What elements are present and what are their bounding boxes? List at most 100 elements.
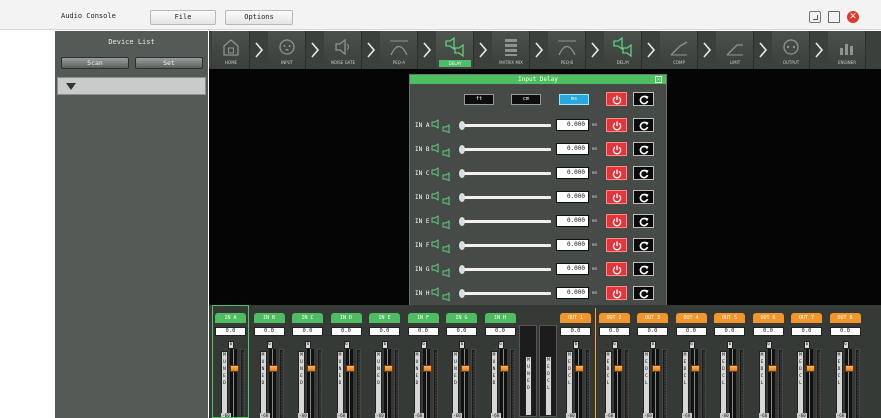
nav-item-5[interactable]: DELAY xyxy=(436,31,474,69)
mute-button-column[interactable]: MUNED xyxy=(490,351,498,418)
mute-button-column[interactable]: MUNED xyxy=(413,351,421,418)
gain-value-input[interactable]: 0.0 xyxy=(560,327,591,336)
mute-button-column[interactable]: MUNED xyxy=(452,351,459,418)
delay-speaker-icon[interactable] xyxy=(431,119,457,133)
gain-value-input[interactable]: 0.0 xyxy=(752,327,784,336)
strip-top-button[interactable]: 6 xyxy=(765,341,772,349)
nav-item-3[interactable]: NOISE GATE xyxy=(324,31,362,69)
link-button-column[interactable]: MUNED xyxy=(525,356,532,416)
delay-value-input[interactable]: 0.000 xyxy=(556,263,589,275)
mute-button-column[interactable]: MEDCL xyxy=(758,351,766,418)
nav-item-2[interactable]: INPUT xyxy=(268,31,306,69)
strip-top-button[interactable]: 6 xyxy=(497,341,504,349)
delay-value-input[interactable]: 0.000 xyxy=(556,287,589,299)
gain-value-input[interactable]: 0.0 xyxy=(484,327,516,336)
strip-top-button[interactable]: 6 xyxy=(343,341,350,349)
delay-slider-handle[interactable] xyxy=(459,193,465,202)
mute-button-column[interactable]: MEDCL xyxy=(681,351,689,418)
channel-power-button[interactable] xyxy=(606,214,627,228)
gain-value-input[interactable]: 0.0 xyxy=(446,327,477,336)
channel-tab[interactable]: IN F xyxy=(407,313,439,323)
channel-tab[interactable]: OUT 2 xyxy=(598,313,630,323)
fader-handle[interactable] xyxy=(806,365,815,372)
channel-power-button[interactable] xyxy=(606,166,627,180)
unit-cm-button[interactable]: cm xyxy=(511,94,541,105)
strip-top-button[interactable]: 6 xyxy=(804,341,810,349)
channel-reset-button[interactable] xyxy=(633,142,654,156)
channel-power-button[interactable] xyxy=(606,238,627,252)
delay-slider-handle[interactable] xyxy=(459,217,465,226)
dialog-close-button[interactable]: × xyxy=(655,76,662,83)
mute-button-column[interactable]: MEDCL xyxy=(720,351,727,418)
strip-top-button[interactable]: 6 xyxy=(305,341,311,349)
gain-value-input[interactable]: 0.0 xyxy=(637,327,668,336)
gain-value-input[interactable]: 0.0 xyxy=(791,327,822,336)
channel-reset-button[interactable] xyxy=(633,238,654,252)
nav-item-8[interactable]: DELAY xyxy=(604,31,642,69)
delay-value-input[interactable]: 0.000 xyxy=(556,239,589,251)
fader-handle[interactable] xyxy=(613,365,623,372)
mute-button-column[interactable]: MEDCL xyxy=(835,351,843,418)
mute-button-column[interactable]: MUNED xyxy=(259,351,267,418)
mute-button-column[interactable]: MEDCL xyxy=(604,351,612,418)
fader-handle[interactable] xyxy=(575,365,584,372)
nav-item-10[interactable]: LIMIT xyxy=(716,31,754,69)
delay-speaker-icon[interactable] xyxy=(431,215,457,229)
gain-value-input[interactable]: 0.0 xyxy=(598,327,630,336)
maximize-icon[interactable] xyxy=(828,11,840,23)
nav-item-6[interactable]: MATRIX MIX xyxy=(492,31,530,69)
power-all-button[interactable] xyxy=(606,92,627,106)
delay-slider-track[interactable] xyxy=(463,148,551,151)
nav-item-4[interactable]: PEQ-A xyxy=(380,31,418,69)
delay-speaker-icon[interactable] xyxy=(431,239,457,253)
nav-item-1[interactable]: HOME xyxy=(212,31,250,69)
strip-top-button[interactable]: 6 xyxy=(688,341,695,349)
fader-handle[interactable] xyxy=(729,365,738,372)
delay-slider-track[interactable] xyxy=(463,124,551,127)
channel-tab[interactable]: OUT 7 xyxy=(791,313,822,323)
delay-value-input[interactable]: 0.000 xyxy=(556,215,589,227)
nav-item-11[interactable]: OUTPUT xyxy=(772,31,810,69)
delay-slider-handle[interactable] xyxy=(459,121,465,130)
channel-tab[interactable]: OUT 5 xyxy=(714,313,745,323)
fader-handle[interactable] xyxy=(690,365,700,372)
channel-tab[interactable]: OUT 4 xyxy=(675,313,707,323)
mute-button-column[interactable]: MEDCL xyxy=(797,351,804,418)
link-column[interactable]: MEDCL xyxy=(539,325,557,417)
mute-button-column[interactable]: MUNED xyxy=(336,351,344,418)
delay-speaker-icon[interactable] xyxy=(431,143,457,157)
gain-value-input[interactable]: 0.0 xyxy=(714,327,745,336)
delay-slider-track[interactable] xyxy=(463,268,551,271)
fader-handle[interactable] xyxy=(499,365,509,372)
gain-value-input[interactable]: 0.0 xyxy=(292,327,323,336)
delay-speaker-icon[interactable] xyxy=(431,287,457,301)
delay-slider-handle[interactable] xyxy=(459,169,465,178)
fader-handle[interactable] xyxy=(461,365,470,372)
fader-handle[interactable] xyxy=(345,365,355,372)
delay-slider-handle[interactable] xyxy=(459,241,465,250)
channel-power-button[interactable] xyxy=(606,190,627,204)
channel-reset-button[interactable] xyxy=(633,190,654,204)
channel-tab[interactable]: IN D xyxy=(330,313,362,323)
fader-handle[interactable] xyxy=(767,365,777,372)
channel-reset-button[interactable] xyxy=(633,262,654,276)
set-button[interactable]: Set xyxy=(135,57,203,69)
unit-ms-button[interactable]: ms xyxy=(559,94,589,105)
options-menu-button[interactable]: Options xyxy=(225,10,293,25)
link-column[interactable]: MUNED xyxy=(519,325,537,417)
mute-button-column[interactable]: MUNED xyxy=(298,351,305,418)
delay-slider-track[interactable] xyxy=(463,172,551,175)
delay-value-input[interactable]: 0.000 xyxy=(556,191,589,203)
mute-button-column[interactable]: MEDCL xyxy=(643,351,650,418)
strip-top-button[interactable]: 6 xyxy=(266,341,273,349)
channel-power-button[interactable] xyxy=(606,262,627,276)
link-button-column[interactable]: MEDCL xyxy=(545,356,552,416)
channel-tab[interactable]: IN G xyxy=(446,313,477,323)
fader-handle[interactable] xyxy=(422,365,432,372)
minimize-icon[interactable] xyxy=(809,11,821,23)
strip-top-button[interactable]: 6 xyxy=(382,341,388,349)
delay-slider-track[interactable] xyxy=(463,220,551,223)
strip-top-button[interactable]: 6 xyxy=(650,341,656,349)
strip-top-button[interactable]: 6 xyxy=(727,341,733,349)
channel-reset-button[interactable] xyxy=(633,118,654,132)
